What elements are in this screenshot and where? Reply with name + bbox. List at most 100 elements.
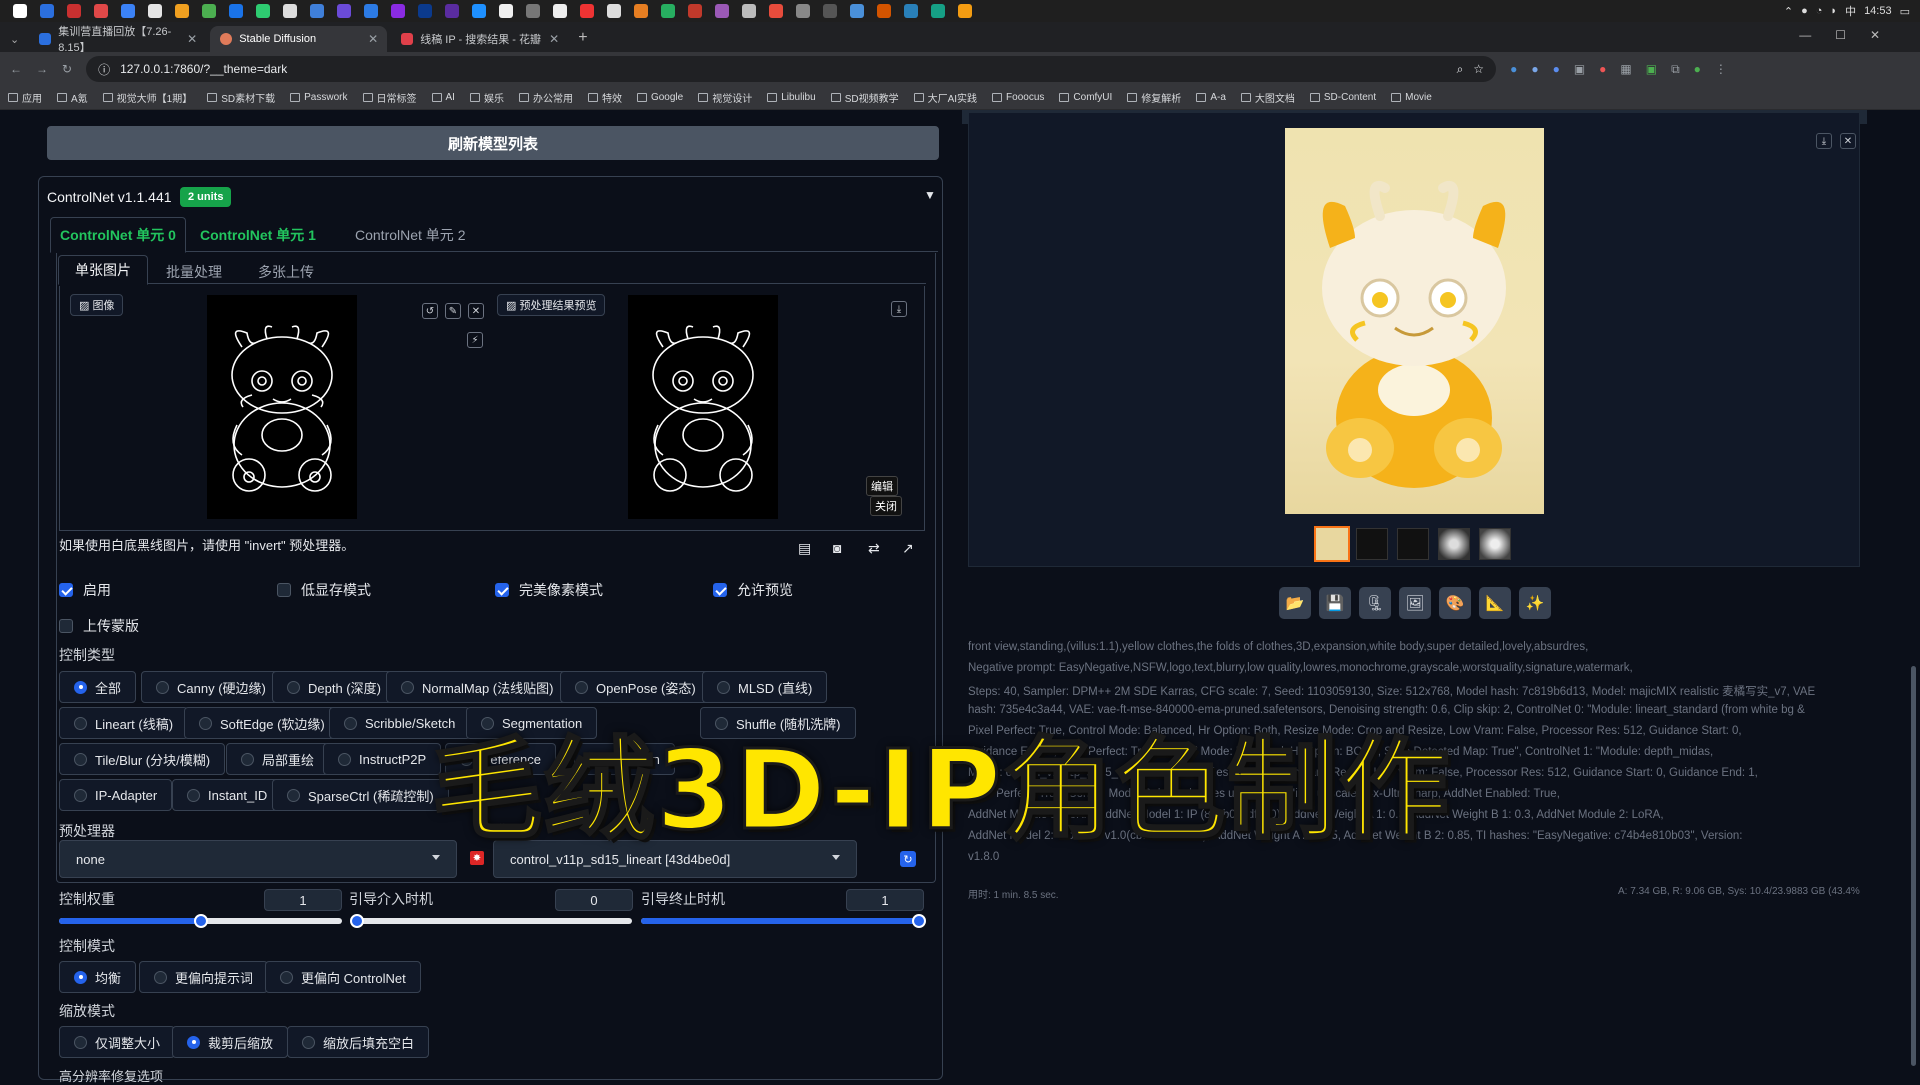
palette-icon[interactable]: 🎨 xyxy=(1439,587,1471,619)
gallery-thumbnail[interactable] xyxy=(1397,528,1429,560)
input-lineart-image[interactable] xyxy=(207,295,357,519)
tab-search-icon[interactable]: ⌄ xyxy=(10,33,19,46)
forward-icon[interactable]: → xyxy=(36,62,48,76)
app-icon[interactable] xyxy=(715,4,729,18)
radio-dot[interactable] xyxy=(154,970,167,984)
app-icon[interactable] xyxy=(229,4,243,18)
zip-icon[interactable]: 🗜 xyxy=(1359,587,1391,619)
radio-dot[interactable] xyxy=(74,788,87,802)
close-preview-button[interactable]: 关闭 xyxy=(870,496,902,516)
app-icon[interactable] xyxy=(796,4,810,18)
ime-indicator[interactable]: 中 xyxy=(1845,3,1856,19)
radio-dot[interactable] xyxy=(575,680,588,694)
radio-dot[interactable] xyxy=(280,970,293,984)
menu-icon[interactable]: ⋮ xyxy=(1715,62,1727,76)
app-icon[interactable] xyxy=(67,4,81,18)
radio-dot[interactable] xyxy=(401,680,414,694)
preprocessor-select[interactable]: none xyxy=(59,840,457,878)
bookmark-item[interactable]: 应用 xyxy=(8,90,42,105)
mode-controlnet[interactable]: 更偏向 ControlNet xyxy=(265,961,421,993)
bookmark-item[interactable]: 大图文档 xyxy=(1240,90,1295,105)
slider-thumb[interactable] xyxy=(193,914,208,928)
bookmark-item[interactable]: Google xyxy=(636,92,683,103)
resize-fill[interactable]: 缩放后填充空白 xyxy=(287,1026,430,1058)
app-icon[interactable] xyxy=(877,4,891,18)
bookmark-item[interactable]: ComfyUI xyxy=(1059,92,1112,103)
app-icon[interactable] xyxy=(688,4,702,18)
back-icon[interactable]: ← xyxy=(10,62,22,76)
resize-just-resize[interactable]: 仅调整大小 xyxy=(59,1026,176,1058)
new-canvas-icon[interactable]: ▤ xyxy=(798,540,811,557)
start-slider[interactable] xyxy=(350,914,632,928)
save-icon[interactable]: 💾 xyxy=(1319,587,1351,619)
allow-preview-checkbox[interactable]: 允许预览 xyxy=(713,580,793,600)
extension-icon[interactable]: ● xyxy=(1510,62,1517,76)
bookmark-item[interactable]: Libulibu xyxy=(767,92,816,103)
control-type-tile[interactable]: Tile/Blur (分块/模糊) xyxy=(59,743,226,775)
notification-icon[interactable]: ▭ xyxy=(1900,5,1910,18)
collapse-toggle-icon[interactable]: ▼ xyxy=(924,188,936,202)
new-tab-button[interactable]: + xyxy=(578,29,587,47)
control-type-softedge[interactable]: SoftEdge (软边缘) xyxy=(184,707,340,739)
bookmark-item[interactable]: 视觉设计 xyxy=(698,90,752,105)
radio-dot[interactable] xyxy=(187,1035,200,1049)
gallery-thumbnail[interactable] xyxy=(1356,528,1388,560)
app-icon[interactable] xyxy=(391,4,405,18)
control-type-ipadapter[interactable]: IP-Adapter xyxy=(59,779,173,811)
preprocessor-preview-image[interactable] xyxy=(628,295,778,519)
gallery-thumbnail[interactable] xyxy=(1438,528,1470,560)
extension-icon[interactable]: ● xyxy=(1599,62,1606,76)
browser-tab[interactable]: 线稿 IP - 搜索结果 - 花瓣 ✕ xyxy=(391,26,568,52)
app-icon[interactable] xyxy=(472,4,486,18)
control-type-sparsectrl[interactable]: SparseCtrl (稀疏控制) xyxy=(272,779,449,811)
checkbox-box[interactable] xyxy=(495,583,509,597)
app-icon[interactable] xyxy=(850,4,864,18)
radio-dot[interactable] xyxy=(287,788,300,802)
app-icon[interactable] xyxy=(553,4,567,18)
slider-thumb[interactable] xyxy=(350,914,364,928)
extensions-puzzle-icon[interactable]: ⧉ xyxy=(1671,62,1680,77)
app-icon[interactable] xyxy=(256,4,270,18)
close-icon[interactable]: ✕ xyxy=(368,32,378,46)
control-type-inpaint[interactable]: 局部重绘 xyxy=(226,743,330,775)
bookmark-item[interactable]: SD视频教学 xyxy=(830,90,899,105)
page-scrollbar[interactable] xyxy=(1907,110,1920,1080)
bookmark-item[interactable]: 视觉大师【1期】 xyxy=(102,90,192,105)
ruler-icon[interactable]: 📐 xyxy=(1479,587,1511,619)
radio-dot[interactable] xyxy=(74,752,87,766)
app-icon[interactable] xyxy=(526,4,540,18)
radio-dot[interactable] xyxy=(187,788,200,802)
bookmark-item[interactable]: 娱乐 xyxy=(469,90,504,105)
volume-icon[interactable]: ◗ xyxy=(1830,5,1837,17)
app-icon[interactable] xyxy=(769,4,783,18)
radio-dot[interactable] xyxy=(717,680,730,694)
control-type-depth[interactable]: Depth (深度) xyxy=(272,671,396,703)
checkbox-box[interactable] xyxy=(277,583,291,597)
control-type-canny[interactable]: Canny (硬边缘) xyxy=(141,671,281,703)
bookmark-item[interactable]: SD素材下载 xyxy=(207,90,275,105)
run-preprocessor-icon[interactable]: ⚡ xyxy=(467,332,483,348)
start-input[interactable]: 0 xyxy=(555,889,633,911)
gallery-thumbnail-selected[interactable] xyxy=(1314,526,1350,562)
app-icon[interactable] xyxy=(121,4,135,18)
weight-slider[interactable] xyxy=(59,914,342,928)
reload-icon[interactable]: ↻ xyxy=(62,62,72,76)
radio-dot[interactable] xyxy=(241,752,254,766)
image-icon[interactable]: 🖼 xyxy=(1399,587,1431,619)
chevron-up-icon[interactable]: ⌃ xyxy=(1784,5,1793,18)
app-icon[interactable] xyxy=(283,4,297,18)
radio-dot[interactable] xyxy=(74,1035,87,1049)
radio-dot[interactable] xyxy=(156,680,169,694)
tab-multi-upload[interactable]: 多张上传 xyxy=(258,262,314,282)
radio-dot[interactable] xyxy=(74,680,87,694)
radio-dot[interactable] xyxy=(287,680,300,694)
bookmark-item[interactable]: A氪 xyxy=(57,90,88,105)
bookmark-item[interactable]: 日常标签 xyxy=(362,90,417,105)
tab-single-image[interactable]: 单张图片 xyxy=(58,255,148,285)
app-icon[interactable] xyxy=(742,4,756,18)
app-icon[interactable] xyxy=(40,4,54,18)
radio-dot[interactable] xyxy=(74,970,87,984)
control-type-all[interactable]: 全部 xyxy=(59,671,137,703)
bookmark-item[interactable]: A-a xyxy=(1196,92,1226,103)
extension-icon[interactable]: ● xyxy=(1553,62,1560,76)
